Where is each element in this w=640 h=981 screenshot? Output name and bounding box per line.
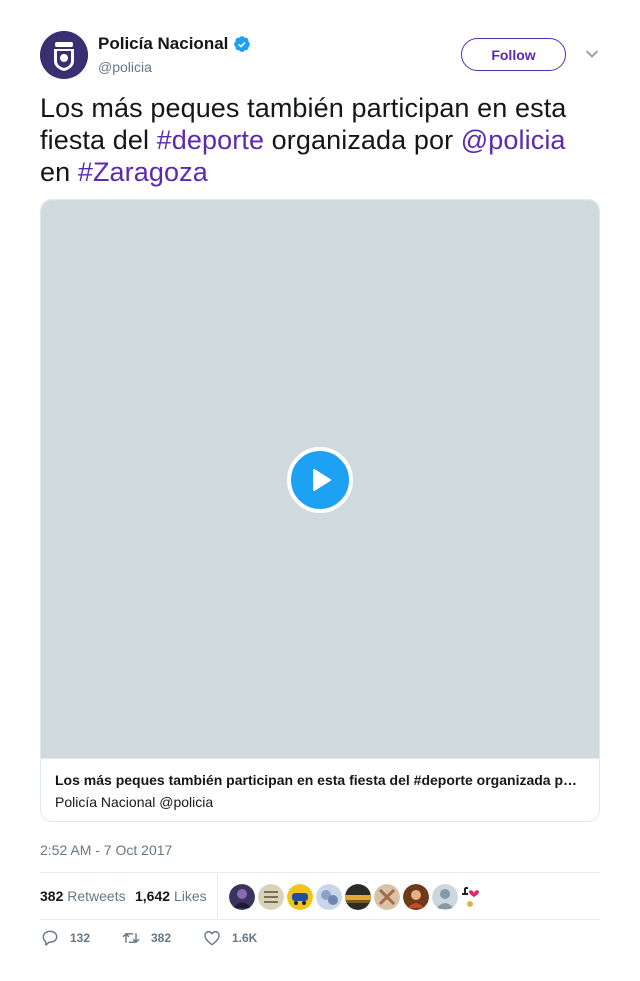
display-name[interactable]: Policía Nacional [98,34,228,54]
liker-avatar[interactable] [461,884,487,910]
likes-stat[interactable]: 1,642 Likes [135,888,207,904]
liker-avatar[interactable] [229,884,255,910]
liker-avatar[interactable] [345,884,371,910]
tweet-text: Los más peques también participan en est… [40,92,600,188]
like-count: 1.6K [232,931,258,945]
reply-icon [42,930,58,946]
heart-icon [204,931,220,946]
retweets-stat[interactable]: 382 Retweets [40,888,126,904]
handle[interactable]: @policia [98,59,152,75]
liker-avatar[interactable] [432,884,458,910]
retweet-icon [122,933,140,943]
verified-badge-icon [234,36,251,52]
tweet-text-part: organizada por [264,125,461,155]
media-card[interactable]: Los más peques también participan en est… [40,199,600,822]
reply-button[interactable]: 132 [40,928,90,948]
tweet-text-part: en [40,157,78,187]
card-info[interactable]: Los más peques también participan en est… [41,758,599,821]
tweet-stats: 382 Retweets 1,642 Likes [40,872,600,920]
liker-avatar[interactable] [287,884,313,910]
liker-avatar[interactable] [316,884,342,910]
mention-link[interactable]: @policia [461,125,566,155]
police-badge-icon [40,31,88,79]
liker-avatar[interactable] [403,884,429,910]
tweet-actions: 132 382 1.6K [40,928,600,954]
name-row: Policía Nacional [98,34,251,54]
likes-label: Likes [173,888,207,904]
retweet-count: 382 [151,931,172,945]
follow-button[interactable]: Follow [461,38,566,71]
play-icon [313,469,331,491]
video-player[interactable] [41,200,599,758]
stats-divider [217,873,218,919]
chevron-down-icon[interactable] [585,47,599,61]
card-source: Policía Nacional @policia [55,794,214,810]
avatar[interactable] [40,31,88,79]
retweets-label: Retweets [67,888,126,904]
reply-count: 132 [70,931,91,945]
liker-avatar[interactable] [374,884,400,910]
retweet-button[interactable]: 382 [121,928,171,948]
like-button[interactable]: 1.6K [202,928,257,948]
tweet-header: Policía Nacional @policia Follow [40,31,600,79]
card-title: Los más peques también participan en est… [55,772,578,788]
play-button[interactable] [287,447,353,513]
tweet-timestamp[interactable]: 2:52 AM - 7 Oct 2017 [40,842,172,858]
likes-count: 1,642 [135,888,171,904]
liker-avatar[interactable] [258,884,284,910]
hashtag-link[interactable]: #deporte [157,125,264,155]
likers-avatars [229,884,487,910]
hashtag-link[interactable]: #Zaragoza [78,157,208,187]
retweets-count: 382 [40,888,64,904]
